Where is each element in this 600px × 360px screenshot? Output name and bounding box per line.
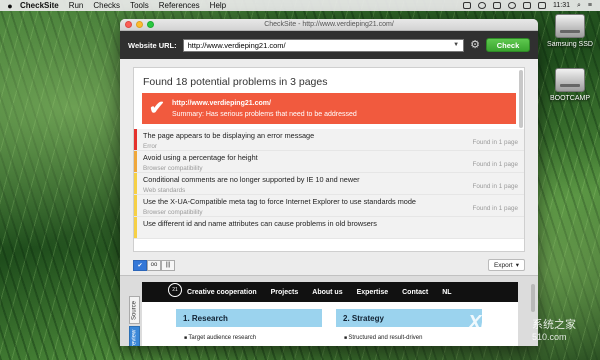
view-glasses-icon[interactable]: oo [147,259,161,271]
preview-panel: Source Preview Creative cooperation Proj… [120,275,538,346]
problem-list: The page appears to be displaying an err… [134,129,524,239]
site-navbar: Creative cooperation Projects About us E… [142,282,518,302]
site-preview: Creative cooperation Projects About us E… [142,282,518,346]
url-toolbar: Website URL: ▼ ⚙ Check [120,31,538,59]
menu-bar: ● CheckSite Run Checks Tools References … [0,0,600,11]
problem-found: Found in 1 page [472,205,518,212]
problem-found: Found in 1 page [472,161,518,168]
url-input[interactable] [187,40,454,50]
problem-row[interactable]: The page appears to be displaying an err… [134,129,524,151]
wifi-icon[interactable] [507,2,516,9]
checksite-window: CheckSite - http://www.verdieping21.com/… [120,19,538,346]
view-toolbar: ✔ oo ||| Export ▾ [133,258,525,272]
problem-found: Found in 1 page [472,139,518,146]
site-nav-expertise[interactable]: Expertise [357,289,389,296]
tab-source[interactable]: Source [129,296,140,324]
hard-drive-icon [555,14,585,38]
window-controls [125,21,154,28]
site-nav-projects[interactable]: Projects [271,289,299,296]
card-title: 1. Research [176,309,322,327]
site-nav-about[interactable]: About us [312,289,342,296]
severity-bar [134,217,137,238]
problem-category: Error [143,143,157,150]
timemachine-icon[interactable] [477,2,486,9]
window-titlebar[interactable]: CheckSite - http://www.verdieping21.com/ [120,19,538,31]
menu-help[interactable]: Help [210,1,226,10]
display-icon[interactable] [462,2,471,9]
site-nav-contact[interactable]: Contact [402,289,428,296]
menubar-clock[interactable]: 11:31 [553,2,570,9]
preview-scrollbar[interactable] [531,284,535,312]
view-columns-icon[interactable]: ||| [161,259,175,271]
problem-row[interactable]: Conditional comments are no longer suppo… [134,173,524,195]
gear-icon[interactable]: ⚙ [470,39,480,51]
watermark-domain: 510.com [532,332,567,342]
problem-row[interactable]: Use the X-UA-Compatible meta tag to forc… [134,195,524,217]
tab-preview[interactable]: Preview [129,326,140,346]
card-title: 2. Strategy [336,309,482,327]
desktop-icon-label: Samsung SSD [547,41,593,48]
results-scrollbar[interactable] [519,70,523,128]
menu-run[interactable]: Run [69,1,84,10]
problem-category: Web standards [143,187,186,194]
site-nav-language[interactable]: NL [442,289,451,296]
zoom-window-button[interactable] [147,21,154,28]
minimize-window-button[interactable] [136,21,143,28]
severity-bar [134,195,137,216]
export-button[interactable]: Export ▾ [487,259,525,271]
problem-category: Browser compatibility [143,165,203,172]
check-button[interactable]: Check [486,38,530,52]
bluetooth-icon[interactable] [492,2,501,9]
search-icon[interactable]: ⌕ [577,2,581,10]
view-check-icon[interactable]: ✔ [133,259,147,271]
problem-title: Use the X-UA-Compatible meta tag to forc… [143,197,416,206]
results-panel: Found 18 potential problems in 3 pages ✔… [133,67,525,252]
problem-found: Found in 1 page [472,183,518,190]
card-strategy: 2. Strategy Structured and result-driven [336,309,482,346]
alert-summary: Summary: Has serious problems that need … [172,110,357,118]
menu-checksite[interactable]: CheckSite [20,1,59,10]
volume-icon[interactable] [522,2,531,9]
alert-url[interactable]: http://www.verdieping21.com/ [172,100,357,107]
hard-drive-icon [555,68,585,92]
problem-title: Avoid using a percentage for height [143,153,258,162]
results-heading: Found 18 potential problems in 3 pages [143,76,328,88]
severity-bar [134,129,137,150]
problem-category: Browser compatibility [143,209,203,216]
watermark-cn: 系统之家 [532,319,576,331]
severity-bar [134,151,137,172]
card-item: Target audience research [176,327,322,346]
site-nav-creative[interactable]: Creative cooperation [187,289,257,296]
battery-icon[interactable] [537,2,546,9]
close-window-button[interactable] [125,21,132,28]
problem-title: Use different id and name attributes can… [143,219,377,228]
desktop-icon-samsung-ssd[interactable]: Samsung SSD [540,14,600,48]
apple-menu-icon[interactable]: ● [0,1,20,11]
severity-bar [134,173,137,194]
status-tray: 11:31 ⌕ ≡ [462,2,600,10]
problem-row[interactable]: Use different id and name attributes can… [134,217,524,239]
export-label: Export [493,261,513,269]
menu-checks[interactable]: Checks [93,1,120,10]
problem-title: The page appears to be displaying an err… [143,131,315,140]
card-item: Structured and result-driven [336,327,482,346]
url-label: Website URL: [128,40,177,50]
desktop-icon-label: BOOTCAMP [549,95,591,102]
url-history-dropdown-icon[interactable]: ▼ [453,42,459,48]
problem-row[interactable]: Avoid using a percentage for height Brows… [134,151,524,173]
menu-tools[interactable]: Tools [130,1,149,10]
menu-references[interactable]: References [159,1,200,10]
watermark-logo: XP [468,312,494,334]
list-icon[interactable]: ≡ [588,2,592,9]
desktop-icon-bootcamp[interactable]: BOOTCAMP [540,68,600,102]
problem-title: Conditional comments are no longer suppo… [143,175,360,184]
site-logo[interactable]: 21 [168,283,182,297]
url-field[interactable]: ▼ [182,38,465,52]
window-title: CheckSite - http://www.verdieping21.com/ [264,21,394,28]
chevron-down-icon: ▾ [515,262,519,269]
checkmark-icon: ✔ [149,98,165,119]
card-research: 1. Research Target audience research [176,309,322,346]
site-summary-alert[interactable]: ✔ http://www.verdieping21.com/ Summary: … [142,93,516,124]
